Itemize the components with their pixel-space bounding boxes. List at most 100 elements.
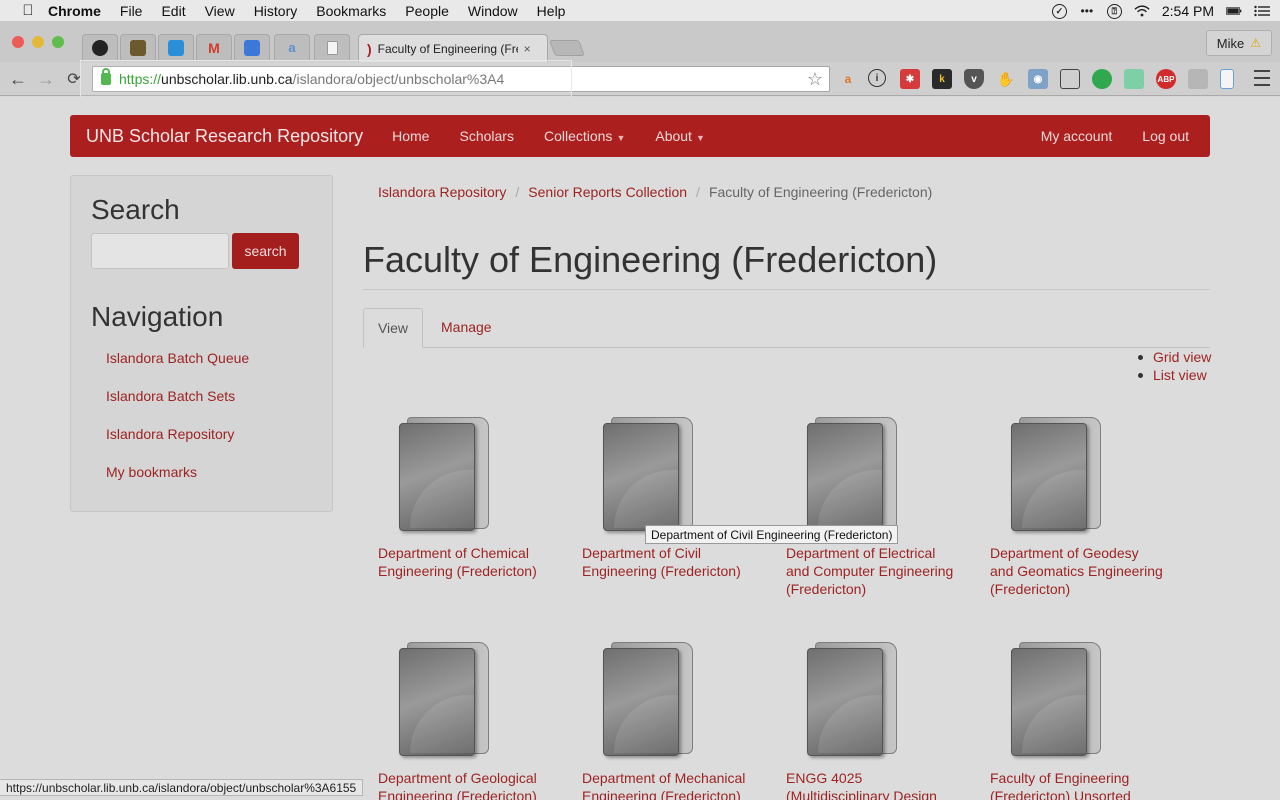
bookmark-star-icon[interactable]: ☆ (807, 69, 823, 90)
battery-icon[interactable] (1226, 4, 1242, 18)
menu-edit[interactable]: Edit (161, 3, 185, 19)
sidebar: Search search Navigation Islandora Batch… (70, 175, 333, 512)
collection-item-label[interactable]: Department of Geodesy and Geomatics Engi… (990, 544, 1170, 598)
sidebar-link-batch-sets[interactable]: Islandora Batch Sets (106, 388, 235, 404)
breadcrumb: Islandora Repository / Senior Reports Co… (378, 184, 932, 200)
folder-icon[interactable] (603, 415, 695, 533)
pinned-tab-twitter[interactable] (158, 34, 194, 60)
browser-tab-strip: M a ) Faculty of Engineering (Fre × Mike… (0, 22, 1280, 62)
sidebar-link-bookmarks[interactable]: My bookmarks (106, 464, 197, 480)
menu-window[interactable]: Window (468, 3, 518, 19)
folder-icon[interactable] (1011, 640, 1103, 758)
notification-list-icon[interactable] (1254, 4, 1270, 18)
breadcrumb-separator: / (696, 184, 700, 200)
menu-bookmarks[interactable]: Bookmarks (316, 3, 386, 19)
active-tab[interactable]: ) Faculty of Engineering (Fre × (358, 34, 548, 62)
folder-icon[interactable] (1011, 415, 1103, 533)
collection-item-label[interactable]: ENGG 4025 (Multidisciplinary Design (786, 769, 966, 800)
onepassword-icon[interactable]: ⍰ (1106, 3, 1122, 19)
menu-file[interactable]: File (120, 3, 143, 19)
new-tab-button[interactable] (549, 40, 585, 56)
caret-down-icon: ▼ (616, 133, 626, 143)
folder-icon[interactable] (603, 640, 695, 758)
label-line: Department of Geodesy (990, 545, 1139, 561)
amazon-extension-icon[interactable]: a (838, 69, 858, 89)
warning-icon: ⚠ (1250, 36, 1261, 50)
nav-my-account[interactable]: My account (1041, 128, 1113, 144)
folder-icon[interactable] (807, 640, 899, 758)
apple-menu-icon[interactable]:  (20, 2, 36, 19)
pinned-tab-github[interactable] (82, 34, 118, 60)
navigation-heading: Navigation (91, 301, 224, 332)
cast-icon[interactable] (1060, 69, 1080, 89)
active-tab-title: Faculty of Engineering (Fre (377, 41, 518, 56)
window-minimize-button[interactable] (32, 36, 44, 48)
tab-manage[interactable]: Manage (441, 319, 492, 335)
label-line: ENGG 4025 (786, 770, 863, 786)
pinned-tab-amazon[interactable]: a (274, 34, 310, 60)
label-line: Engineering (Fredericton) (582, 563, 741, 579)
collection-item-label[interactable]: Department of Chemical Engineering (Fred… (378, 544, 558, 580)
filter-extension-icon[interactable] (1188, 69, 1208, 89)
nav-log-out[interactable]: Log out (1142, 128, 1189, 144)
menu-help[interactable]: Help (537, 3, 566, 19)
menu-app-chrome[interactable]: Chrome (48, 3, 101, 19)
folder-icon[interactable] (399, 640, 491, 758)
label-line: and Computer Engineering (786, 563, 954, 579)
forward-arrow-icon[interactable]: → (34, 67, 58, 91)
nav-scholars[interactable]: Scholars (459, 128, 513, 144)
search-input[interactable] (91, 233, 229, 269)
nav-collections[interactable]: Collections ▼ (544, 128, 625, 144)
evernote-icon[interactable] (1092, 69, 1112, 89)
collection-item-label[interactable]: Department of Civil Engineering (Frederi… (582, 544, 762, 580)
site-brand[interactable]: UNB Scholar Research Repository (86, 126, 363, 147)
pinned-tab-document[interactable] (314, 34, 350, 60)
menu-history[interactable]: History (254, 3, 298, 19)
camera-extension-icon[interactable]: ◉ (1028, 69, 1048, 89)
menu-people[interactable]: People (405, 3, 449, 19)
collection-item-label[interactable]: Department of Electrical and Computer En… (786, 544, 966, 598)
wifi-icon[interactable] (1134, 4, 1150, 18)
onepassword-extension-icon[interactable]: i (868, 69, 886, 87)
folder-icon[interactable] (399, 415, 491, 533)
hangouts-extension-icon[interactable] (1124, 69, 1144, 89)
pinned-tab-app[interactable] (120, 34, 156, 60)
nav-home[interactable]: Home (392, 128, 429, 144)
adblock-plus-icon[interactable]: ABP (1156, 69, 1176, 89)
hand-extension-icon[interactable]: ✋ (996, 69, 1016, 89)
menu-view[interactable]: View (205, 3, 235, 19)
nav-about[interactable]: About ▼ (655, 128, 705, 144)
docs-extension-icon[interactable] (1220, 69, 1234, 89)
collection-item-label[interactable]: Faculty of Engineering (Fredericton) Uns… (990, 769, 1170, 800)
label-line: Department of Geological (378, 770, 537, 786)
folder-icon[interactable] (807, 415, 899, 533)
search-button[interactable]: search (232, 233, 299, 269)
kindle-extension-icon[interactable]: k (932, 69, 952, 89)
evernote-clip-icon[interactable]: ✱ (900, 69, 920, 89)
checkmark-status-icon[interactable]: ✓ (1051, 3, 1067, 19)
grid-view-link[interactable]: Grid view (1138, 348, 1211, 366)
label-line: Engineering (Fredericton) (582, 788, 741, 800)
pinned-tab-calendar[interactable] (234, 34, 270, 60)
window-zoom-button[interactable] (52, 36, 64, 48)
collection-item-label[interactable]: Department of Mechanical Engineering (Fr… (582, 769, 762, 800)
menubar-clock[interactable]: 2:54 PM (1162, 3, 1214, 19)
label-line: (Fredericton) (786, 581, 867, 597)
list-view-link[interactable]: List view (1138, 366, 1211, 384)
tab-close-icon[interactable]: × (524, 42, 531, 56)
breadcrumb-senior-reports[interactable]: Senior Reports Collection (528, 184, 687, 200)
window-close-button[interactable] (12, 36, 24, 48)
tab-view[interactable]: View (363, 308, 423, 348)
chrome-menu-icon[interactable] (1254, 70, 1270, 86)
sidebar-link-repository[interactable]: Islandora Repository (106, 426, 234, 442)
more-dots-icon[interactable]: ••• (1079, 4, 1095, 18)
breadcrumb-islandora-repository[interactable]: Islandora Repository (378, 184, 506, 200)
sidebar-link-batch-queue[interactable]: Islandora Batch Queue (106, 350, 249, 366)
collection-item-label[interactable]: Department of Geological Engineering (Fr… (378, 769, 558, 800)
profile-button[interactable]: Mike ⚠ (1205, 30, 1272, 56)
scholar-favicon-icon: ) (367, 40, 372, 57)
back-arrow-icon[interactable]: ← (6, 67, 30, 91)
pocket-icon[interactable]: v (964, 69, 984, 89)
hover-tooltip: Department of Civil Engineering (Frederi… (645, 525, 899, 544)
pinned-tab-gmail[interactable]: M (196, 34, 232, 60)
